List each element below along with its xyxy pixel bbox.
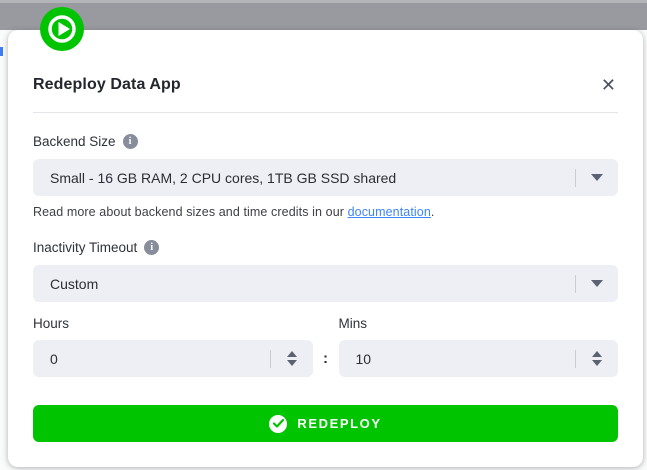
- hours-input[interactable]: [50, 350, 270, 367]
- redeploy-button-label: REDEPLOY: [297, 416, 382, 431]
- chevron-down-icon[interactable]: [576, 174, 618, 181]
- info-icon[interactable]: i: [122, 134, 138, 149]
- backend-size-label: Backend Size: [33, 134, 116, 149]
- dimmed-page-header: [0, 0, 647, 30]
- inactivity-timeout-value: Custom: [50, 275, 99, 292]
- close-icon[interactable]: ✕: [599, 74, 618, 96]
- dialog-title: Redeploy Data App: [33, 76, 181, 93]
- mins-stepper[interactable]: [576, 340, 618, 377]
- helper-text: Read more about backend sizes and time c…: [33, 205, 348, 219]
- redeploy-button[interactable]: REDEPLOY: [33, 405, 618, 442]
- hours-stepper[interactable]: [271, 340, 313, 377]
- mins-field: [338, 340, 618, 377]
- custom-timeout-row: Hours : Mins: [33, 316, 618, 377]
- backend-size-label-row: Backend Size i: [33, 134, 618, 149]
- background-artifact: [0, 47, 3, 56]
- info-icon[interactable]: i: [144, 240, 160, 255]
- mins-label: Mins: [338, 316, 368, 331]
- inactivity-timeout-label-row: Inactivity Timeout i: [33, 240, 618, 255]
- mins-input[interactable]: [355, 350, 575, 367]
- check-icon: [269, 414, 288, 433]
- redeploy-dialog: Redeploy Data App ✕ Backend Size i Small…: [8, 7, 643, 467]
- documentation-link[interactable]: documentation: [348, 205, 431, 219]
- inactivity-timeout-select[interactable]: Custom: [33, 265, 618, 302]
- backend-size-value: Small - 16 GB RAM, 2 CPU cores, 1TB GB S…: [50, 169, 397, 186]
- helper-period: .: [430, 205, 435, 219]
- mins-column: Mins: [338, 316, 618, 377]
- hours-column: Hours: [33, 316, 313, 377]
- chevron-down-icon[interactable]: [576, 280, 618, 287]
- hours-field: [33, 340, 313, 377]
- hours-label: Hours: [33, 316, 70, 331]
- page-background: Redeploy Data App ✕ Backend Size i Small…: [0, 0, 647, 470]
- backend-size-helper: Read more about backend sizes and time c…: [33, 205, 618, 219]
- header-divider: [33, 112, 618, 113]
- inactivity-timeout-label: Inactivity Timeout: [33, 240, 138, 255]
- play-icon: [40, 7, 84, 51]
- time-separator: :: [323, 350, 328, 367]
- dialog-header: Redeploy Data App ✕: [33, 30, 618, 96]
- backend-size-select[interactable]: Small - 16 GB RAM, 2 CPU cores, 1TB GB S…: [33, 159, 618, 196]
